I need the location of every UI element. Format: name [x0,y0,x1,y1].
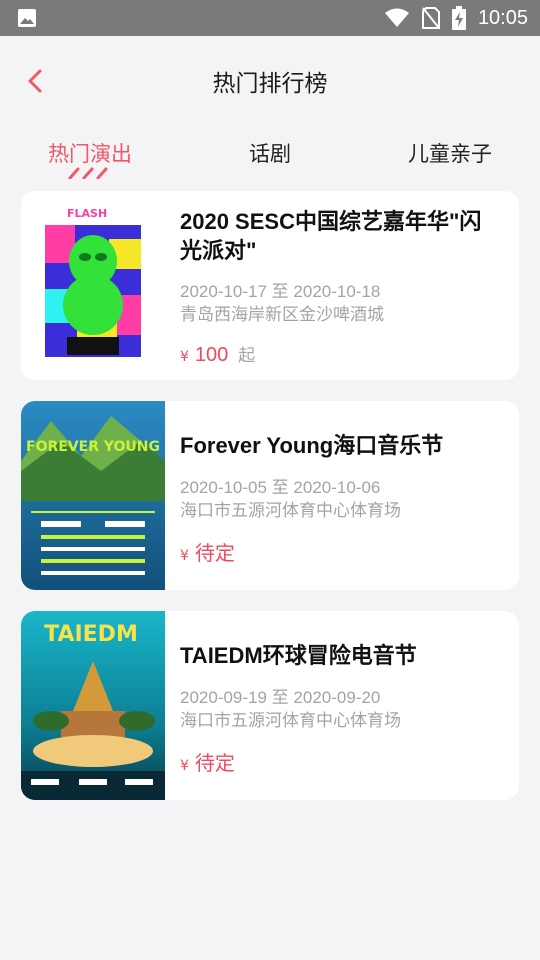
tab-kids-family[interactable]: 儿童亲子 [408,138,492,168]
back-arrow-icon[interactable] [22,67,50,95]
price-value: 待定 [194,543,235,565]
event-dates: 2020-09-19 至 2020-09-20 [180,688,381,707]
poster-title-text: FLASH [67,207,107,220]
tab-drama[interactable]: 话剧 [249,138,291,168]
event-price: ¥ 待定 [180,537,245,566]
event-dates: 2020-10-17 至 2020-10-18 [180,282,381,301]
battery-charging-icon [451,6,466,30]
event-venue: 海口市五源河体育中心体育场 [180,711,401,730]
wifi-icon [384,8,409,27]
no-sim-icon [421,7,440,29]
price-currency: ¥ [180,349,189,365]
page-title: 热门排行榜 [212,70,328,96]
status-time: 10:05 [477,6,528,29]
image-notification-icon [18,9,36,27]
poster-title-text: TAIEDM [44,622,138,647]
event-title: TAIEDM环球冒险电音节 [180,643,417,668]
event-card[interactable]: TAIEDM TAIEDM环球冒险电音节 2020-09-19 至 2020-0… [21,611,519,800]
price-currency: ¥ [180,758,189,774]
price-value: 待定 [194,753,235,775]
price-value: 100 [194,344,229,366]
event-title: Forever Young海口音乐节 [180,433,444,458]
event-card[interactable]: FOREVER YOUNG Forever Young海口音乐节 2020-10… [21,401,519,590]
event-poster: TAIEDM [21,611,165,800]
event-title: 2020 SESC中国综艺嘉年华"闪光派对" [180,209,482,263]
category-tabs: 热门演出 话剧 儿童亲子 [0,130,540,185]
poster-title-text: FOREVER YOUNG [26,439,160,455]
active-tab-indicator [68,167,108,179]
event-price: ¥ 待定 [180,747,245,776]
price-suffix: 起 [238,346,256,366]
tab-hot-shows[interactable]: 热门演出 [48,138,132,168]
event-price: ¥ 100 起 [180,341,255,367]
page-header: 热门排行榜 [0,36,540,126]
event-venue: 海口市五源河体育中心体育场 [180,501,401,520]
event-venue: 青岛西海岸新区金沙啤酒城 [180,305,384,324]
event-dates: 2020-10-05 至 2020-10-06 [180,478,381,497]
event-poster: FOREVER YOUNG [21,401,165,590]
status-bar: 10:05 [0,0,540,36]
event-card[interactable]: FLASH 2020 SESC中国综艺嘉年华"闪光派对" 2020-10-17 … [21,191,519,380]
price-currency: ¥ [180,548,189,564]
event-poster: FLASH [37,199,149,371]
